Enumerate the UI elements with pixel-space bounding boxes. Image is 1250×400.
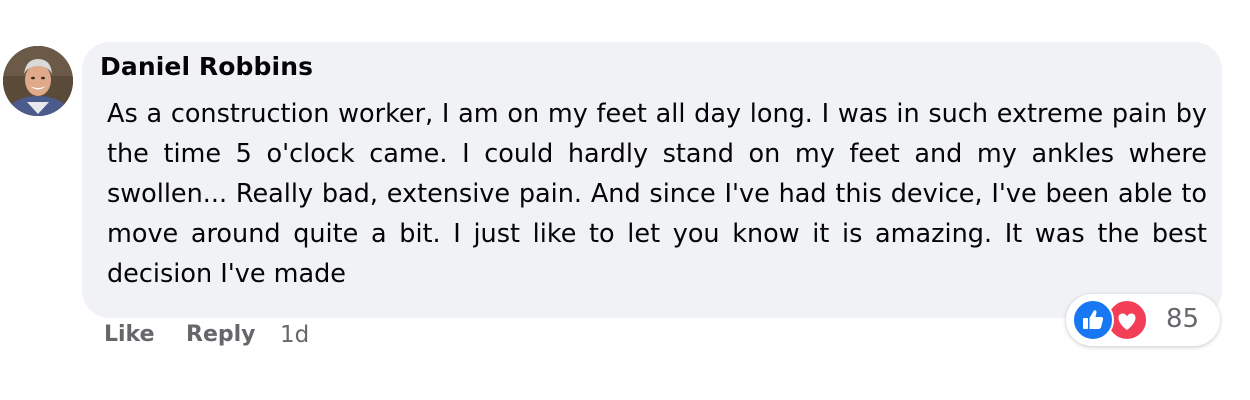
comment-author-name[interactable]: Daniel Robbins [100, 52, 313, 81]
avatar[interactable] [3, 46, 73, 116]
like-icon [1072, 299, 1114, 341]
reply-button[interactable]: Reply [186, 322, 256, 347]
user-photo-icon [3, 46, 73, 116]
like-button[interactable]: Like [104, 322, 155, 347]
reaction-count: 85 [1166, 304, 1200, 334]
reactions-summary[interactable]: 85 [1066, 294, 1220, 346]
comment-text: As a construction worker, I am on my fee… [107, 99, 1207, 289]
comment-timestamp[interactable]: 1d [280, 322, 309, 348]
